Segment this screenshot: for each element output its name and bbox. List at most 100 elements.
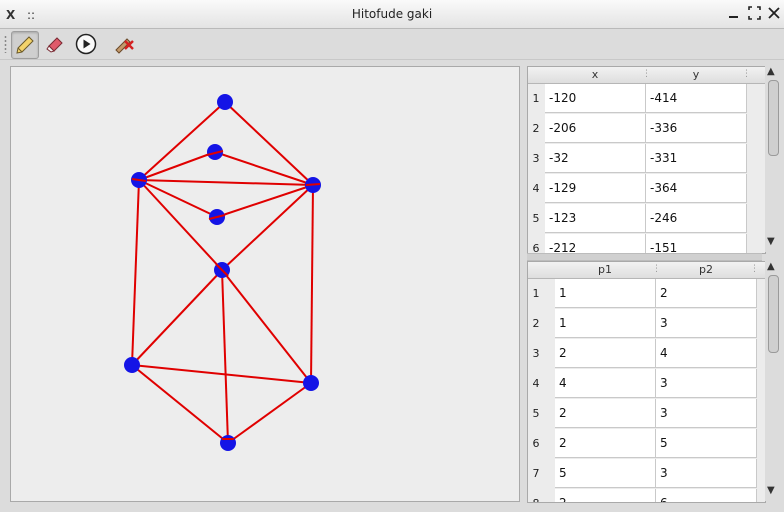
column-header-y[interactable]: y [646,68,746,82]
edge [131,269,223,366]
edge [224,101,314,186]
row-number[interactable]: 5 [528,212,544,225]
edges-table: p1 ⋮ p2 ⋮ 112213324443523625753826 [527,261,766,503]
row-number[interactable]: 3 [528,152,544,165]
table-cell-p1[interactable]: 2 [555,399,656,428]
points-table-scrollbar[interactable]: ▲ ▼ [765,66,781,252]
edge [216,184,314,218]
table-cell-p2[interactable]: 5 [656,429,757,458]
toolbar-grip[interactable] [4,35,7,53]
edge [138,179,314,186]
minimize-icon [729,16,738,18]
row-number[interactable]: 2 [528,317,544,330]
table-cell-p1[interactable]: 5 [555,459,656,488]
row-number[interactable]: 2 [528,122,544,135]
close-button[interactable] [768,6,780,24]
table-cell-x[interactable]: -123 [545,204,646,233]
table-cell-p1[interactable]: 2 [555,339,656,368]
row-number[interactable]: 7 [528,467,544,480]
row-number[interactable]: 1 [528,92,544,105]
table-cell-p1[interactable]: 2 [555,429,656,458]
column-header-p2[interactable]: p2 [656,263,756,277]
column-header-x[interactable]: x [545,68,645,82]
app-window: X :: Hitofude gaki x ⋮ y ⋮ 1 -120 -414 2… [0,0,784,512]
table-cell-p1[interactable]: 2 [555,489,656,502]
node[interactable] [217,94,233,110]
row-number[interactable]: 4 [528,182,544,195]
panel-splitter[interactable] [527,253,762,261]
scroll-down-icon[interactable]: ▼ [767,485,775,496]
table-cell-y[interactable]: -331 [646,144,747,173]
edge [221,269,312,384]
table-cell-p1[interactable]: 1 [555,309,656,338]
minimize-button[interactable] [728,6,740,24]
table-cell-p2[interactable]: 3 [656,459,757,488]
table-cell-y[interactable]: -364 [646,174,747,203]
edge [131,364,229,444]
table-cell-p2[interactable]: 2 [656,279,757,308]
title-bar: X :: Hitofude gaki [0,0,784,29]
table-cell-x[interactable]: -120 [545,84,646,113]
table-cell-y[interactable]: -336 [646,114,747,143]
row-number[interactable]: 1 [528,287,544,300]
column-separator: ⋮ [742,69,751,79]
pencil-icon [16,36,34,54]
table-cell-x[interactable]: -212 [545,234,646,253]
points-table: x ⋮ y ⋮ 1 -120 -414 2 -206 -336 3 -32 -331 4 -129-… [527,66,766,254]
maximize-icon [748,6,761,20]
scroll-thumb[interactable] [768,80,779,156]
table-cell-p2[interactable]: 3 [656,309,757,338]
scroll-up-icon[interactable]: ▲ [767,66,775,77]
edges-table-header: p1 ⋮ p2 ⋮ [528,262,765,279]
column-separator: ⋮ [750,264,759,274]
edge [138,151,216,181]
points-table-header: x ⋮ y ⋮ [528,67,765,84]
edges-table-scrollbar[interactable]: ▲ ▼ [765,261,781,501]
row-number[interactable]: 3 [528,347,544,360]
play-button[interactable] [73,31,99,57]
toolbar [0,29,784,60]
table-cell-p1[interactable]: 4 [555,369,656,398]
eraser-tool-button[interactable] [42,31,68,57]
table-cell-p2[interactable]: 6 [656,489,757,502]
node[interactable] [303,375,319,391]
row-number[interactable]: 5 [528,407,544,420]
eraser-icon [46,37,63,53]
edge [305,183,321,186]
scroll-thumb[interactable] [768,275,779,353]
pencil-tool-button[interactable] [11,31,39,59]
scroll-up-icon[interactable]: ▲ [767,261,775,272]
table-cell-x[interactable]: -206 [545,114,646,143]
row-number[interactable]: 8 [528,497,544,502]
table-cell-p2[interactable]: 4 [656,339,757,368]
column-header-p1[interactable]: p1 [555,263,655,277]
clear-icon [115,38,134,54]
clear-button[interactable] [111,31,137,57]
table-cell-p2[interactable]: 3 [656,369,757,398]
table-cell-x[interactable]: -129 [545,174,646,203]
scroll-down-icon[interactable]: ▼ [767,236,775,247]
edge [138,179,218,218]
edge [138,179,223,271]
graph-svg [124,94,321,451]
edge [131,364,312,384]
close-icon [768,7,780,19]
edge [214,151,314,186]
table-cell-x[interactable]: -32 [545,144,646,173]
node[interactable] [220,435,236,451]
drawing-canvas[interactable] [10,66,520,502]
edge [221,184,314,271]
table-cell-y[interactable]: -151 [646,234,747,253]
edge [310,184,314,384]
edge [138,101,226,181]
row-number[interactable]: 6 [528,437,544,450]
row-number[interactable]: 4 [528,377,544,390]
table-cell-y[interactable]: -414 [646,84,747,113]
maximize-button[interactable] [748,6,761,24]
table-cell-p1[interactable]: 1 [555,279,656,308]
node[interactable] [124,357,140,373]
play-icon [75,33,97,55]
table-cell-p2[interactable]: 3 [656,399,757,428]
table-cell-y[interactable]: -246 [646,204,747,233]
edge [227,382,312,444]
